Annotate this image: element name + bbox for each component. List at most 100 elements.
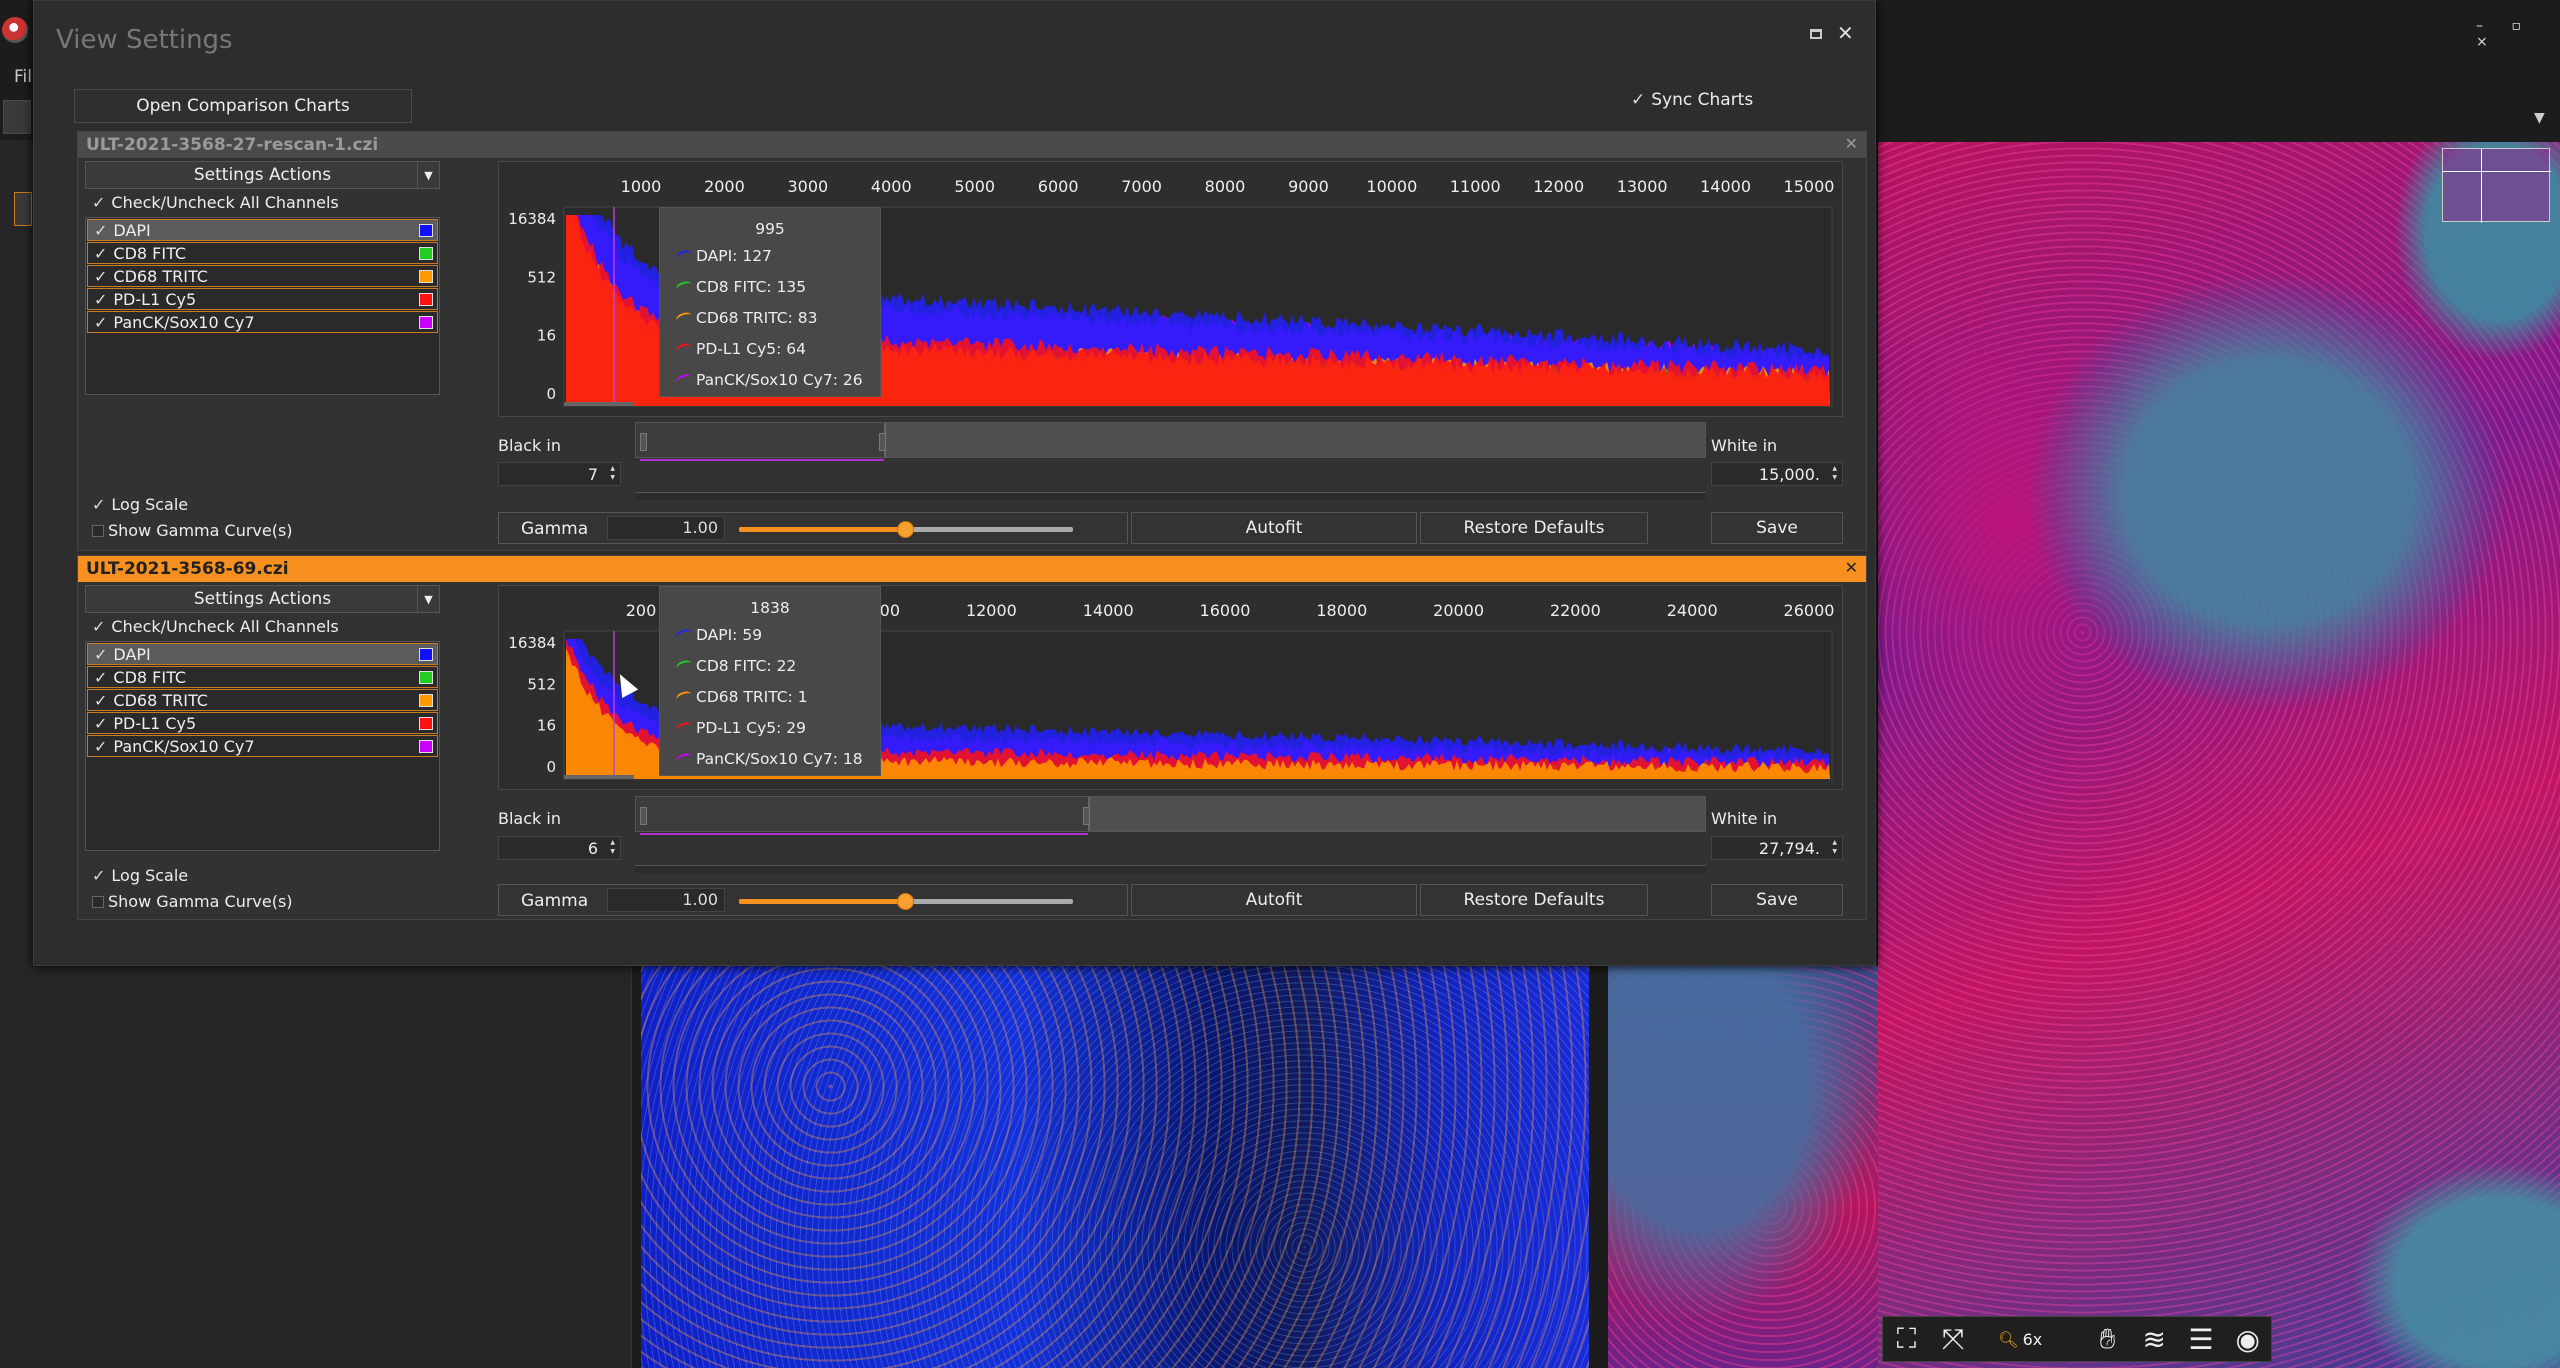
- fit-screen-icon[interactable]: ⛶: [1883, 1318, 1930, 1360]
- channel-item[interactable]: ✓ PD-L1 Cy5: [87, 712, 438, 734]
- gamma-slider-knob[interactable]: [897, 521, 914, 538]
- close-icon[interactable]: ✕: [1845, 558, 1858, 577]
- check-icon[interactable]: ✓: [94, 313, 107, 332]
- check-icon[interactable]: ✓: [94, 668, 107, 687]
- channel-item[interactable]: ✓ CD68 TRITC: [87, 265, 438, 287]
- levels-window[interactable]: [636, 423, 886, 457]
- channel-item[interactable]: ✓ DAPI: [87, 643, 438, 665]
- gamma-slider[interactable]: [739, 893, 1073, 910]
- chevron-down-icon[interactable]: ▼: [417, 586, 439, 612]
- white-in-spinbox[interactable]: 27,794.: [1711, 836, 1843, 860]
- x-tick-label: 10000: [1366, 177, 1417, 196]
- layers-icon[interactable]: ≋: [2131, 1318, 2178, 1360]
- maximize-icon[interactable]: [1810, 29, 1822, 39]
- black-in-spinbox[interactable]: 6: [498, 836, 621, 860]
- save-button[interactable]: Save: [1711, 884, 1843, 916]
- panel-header[interactable]: ULT-2021-3568-69.czi ✕: [78, 556, 1866, 582]
- autofit-button[interactable]: Autofit: [1131, 884, 1417, 916]
- x-tick-label: 5000: [954, 177, 995, 196]
- black-in-spinbox[interactable]: 7: [498, 462, 621, 486]
- open-comparison-charts-button[interactable]: Open Comparison Charts: [74, 89, 412, 123]
- channel-color-swatch[interactable]: [419, 717, 433, 730]
- levels-window[interactable]: [636, 797, 1090, 831]
- panel-header[interactable]: ULT-2021-3568-27-rescan-1.czi ✕: [78, 132, 1866, 158]
- channel-name: CD68 TRITC: [113, 266, 208, 286]
- gamma-slider[interactable]: [739, 521, 1073, 538]
- zoom-level[interactable]: 🔍︎ 6x: [1976, 1318, 2064, 1360]
- log-scale-checkbox[interactable]: ✓ Log Scale: [92, 495, 188, 514]
- check-icon[interactable]: ✓: [94, 244, 107, 263]
- close-icon[interactable]: ✕: [1837, 21, 1854, 45]
- minimap[interactable]: [2442, 148, 2551, 223]
- fullscreen-icon[interactable]: ⤧: [1930, 1318, 1977, 1360]
- chevron-down-icon[interactable]: ▼: [417, 162, 439, 188]
- microscopy-image-middle[interactable]: [1608, 966, 1878, 1368]
- channel-color-swatch[interactable]: [419, 671, 433, 684]
- check-icon[interactable]: ✓: [94, 290, 107, 309]
- close-icon[interactable]: ✕: [1845, 134, 1858, 153]
- check-all-channels-checkbox[interactable]: ✓ Check/Uncheck All Channels: [92, 193, 339, 212]
- sidebar-tab[interactable]: [3, 100, 31, 134]
- check-icon[interactable]: ✓: [94, 221, 107, 240]
- channel-color-swatch[interactable]: [419, 270, 433, 283]
- channel-item[interactable]: ✓ CD8 FITC: [87, 242, 438, 264]
- channel-item[interactable]: ✓ CD8 FITC: [87, 666, 438, 688]
- channel-color-swatch[interactable]: [419, 247, 433, 260]
- histogram-chart[interactable]: 2008000100001200014000160001800020000220…: [498, 585, 1843, 790]
- chart-tooltip: 1838 DAPI: 59 CD8 FITC: 22 CD68 TRITC: 1…: [659, 586, 881, 776]
- channel-color-swatch[interactable]: [419, 694, 433, 707]
- channel-color-swatch[interactable]: [419, 740, 433, 753]
- gamma-slider-knob[interactable]: [897, 893, 914, 910]
- check-icon[interactable]: ✓: [94, 267, 107, 286]
- white-handle[interactable]: [1083, 807, 1090, 825]
- sidebar-selected-tab[interactable]: [14, 192, 32, 226]
- channel-item[interactable]: ✓ PD-L1 Cy5: [87, 288, 438, 310]
- check-icon[interactable]: ✓: [94, 714, 107, 733]
- autofit-button[interactable]: Autofit: [1131, 512, 1417, 544]
- channel-name: PD-L1 Cy5: [113, 713, 197, 733]
- x-tick-label: 18000: [1316, 601, 1367, 620]
- check-all-channels-checkbox[interactable]: ✓ Check/Uncheck All Channels: [92, 617, 339, 636]
- restore-defaults-button[interactable]: Restore Defaults: [1420, 512, 1648, 544]
- white-in-spinbox[interactable]: 15,000.: [1711, 462, 1843, 486]
- channel-item[interactable]: ✓ PanCK/Sox10 Cy7: [87, 735, 438, 757]
- show-gamma-label: Show Gamma Curve(s): [108, 892, 293, 911]
- channel-color-swatch[interactable]: [419, 224, 433, 237]
- channel-item[interactable]: ✓ CD68 TRITC: [87, 689, 438, 711]
- show-gamma-checkbox[interactable]: Show Gamma Curve(s): [92, 521, 293, 540]
- restore-defaults-button[interactable]: Restore Defaults: [1420, 884, 1648, 916]
- check-icon[interactable]: ✓: [94, 737, 107, 756]
- levels-range-slider[interactable]: [635, 422, 1706, 461]
- levels-range-slider[interactable]: [635, 796, 1706, 835]
- log-scale-checkbox[interactable]: ✓ Log Scale: [92, 866, 188, 885]
- black-handle[interactable]: [640, 433, 647, 451]
- gamma-input[interactable]: 1.00: [607, 516, 725, 540]
- settings-actions-button[interactable]: Settings Actions ▼: [85, 161, 440, 189]
- settings-actions-button[interactable]: Settings Actions ▼: [85, 585, 440, 613]
- microscopy-image-bottom[interactable]: [641, 966, 1589, 1368]
- menu-file[interactable]: Fil: [14, 67, 32, 87]
- gamma-input[interactable]: 1.00: [607, 888, 725, 912]
- chevron-down-icon[interactable]: ▼: [2534, 110, 2545, 126]
- check-icon[interactable]: ✓: [94, 691, 107, 710]
- sliders-icon[interactable]: ☰: [2178, 1318, 2225, 1360]
- channel-item[interactable]: ✓ DAPI: [87, 219, 438, 241]
- show-gamma-checkbox[interactable]: Show Gamma Curve(s): [92, 892, 293, 911]
- levels-scrollbar[interactable]: [635, 492, 1706, 500]
- checkbox-box: [92, 525, 104, 537]
- microscopy-image-right[interactable]: [1878, 142, 2560, 1368]
- channel-item[interactable]: ✓ PanCK/Sox10 Cy7: [87, 311, 438, 333]
- black-handle[interactable]: [640, 807, 647, 825]
- save-button[interactable]: Save: [1711, 512, 1843, 544]
- white-handle[interactable]: [879, 433, 886, 451]
- check-icon[interactable]: ✓: [94, 645, 107, 664]
- histogram-chart[interactable]: 1000 2000 3000 4000 5000 6000 7000 8000 9000 1000…: [498, 161, 1843, 417]
- hand-icon[interactable]: ✋︎: [2084, 1318, 2131, 1360]
- channel-color-swatch[interactable]: [419, 316, 433, 329]
- channel-color-swatch[interactable]: [419, 293, 433, 306]
- main-window-controls[interactable]: – ▫ ×: [2476, 18, 2560, 50]
- channel-color-swatch[interactable]: [419, 648, 433, 661]
- camera-icon[interactable]: ◉: [2224, 1318, 2271, 1360]
- levels-scrollbar[interactable]: [635, 865, 1706, 873]
- sync-charts-checkbox[interactable]: ✓ Sync Charts: [1631, 90, 1753, 110]
